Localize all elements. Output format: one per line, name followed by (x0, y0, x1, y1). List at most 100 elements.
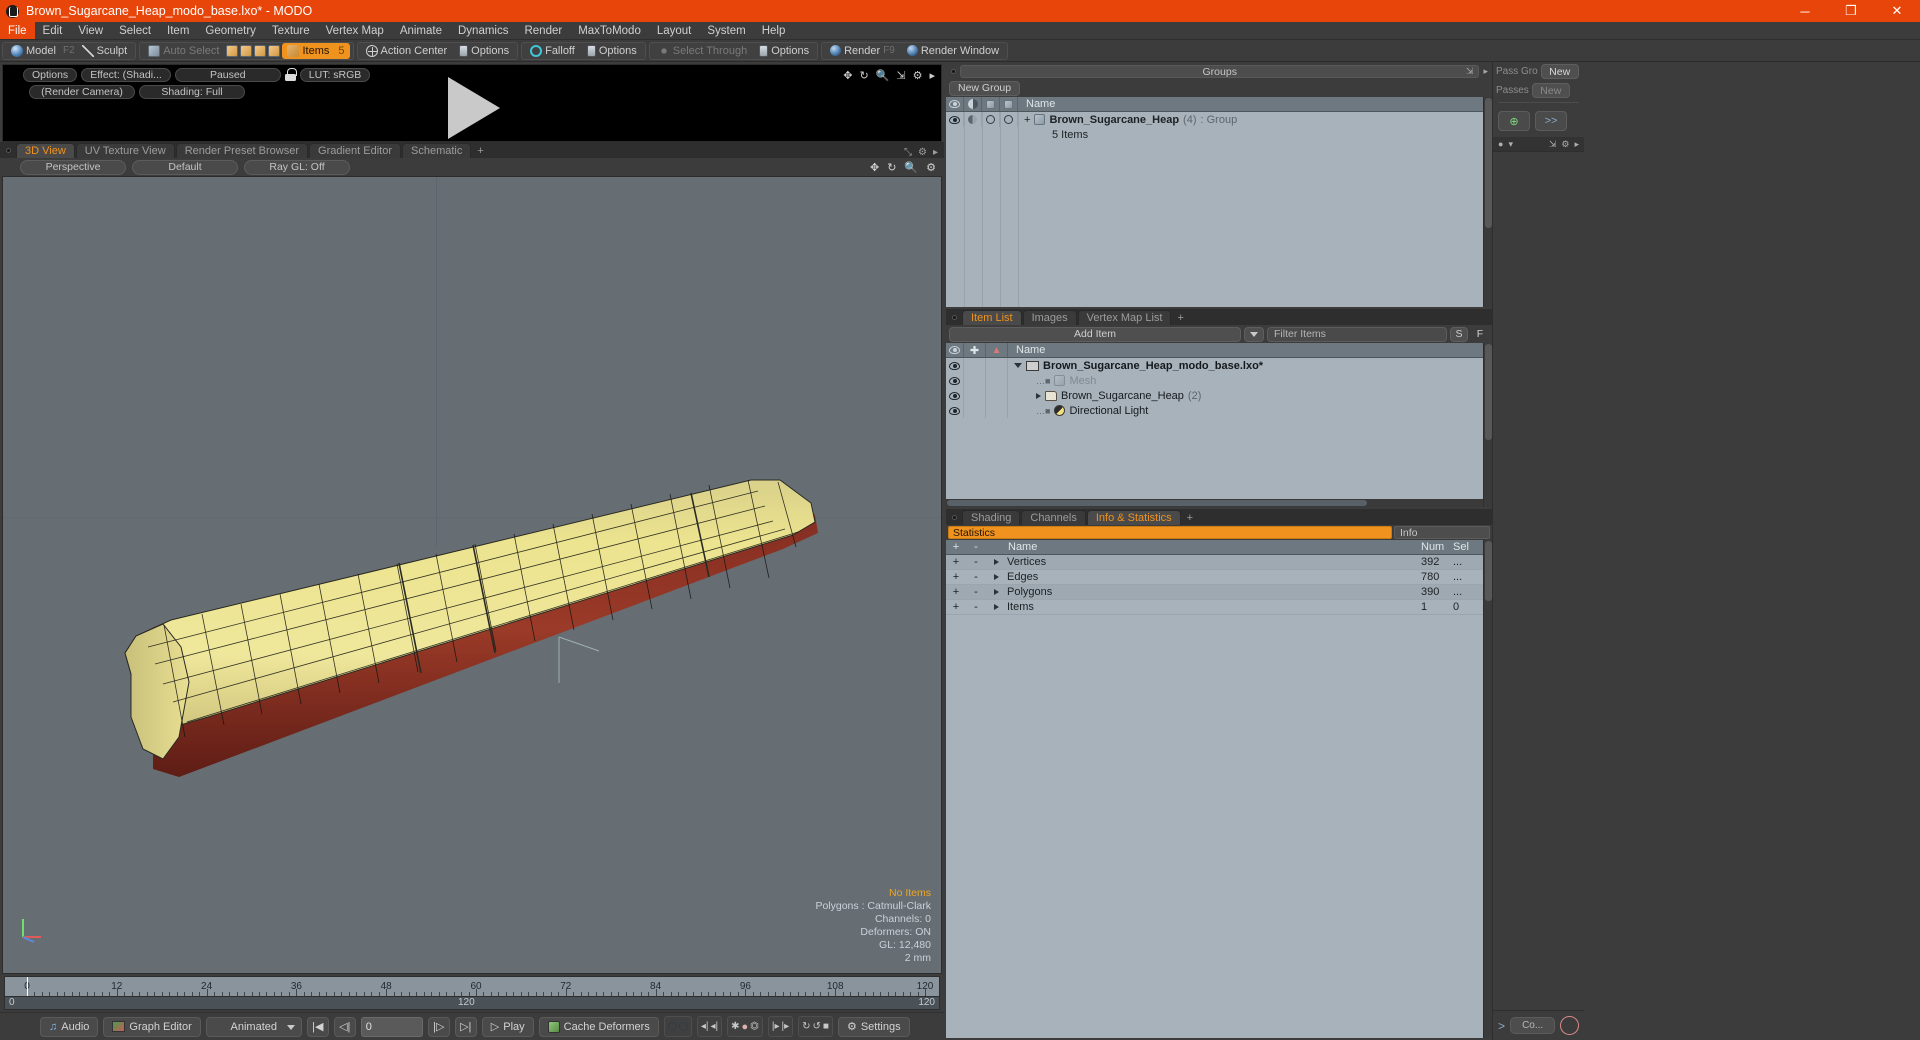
groups-list-body[interactable]: + Brown_Sugarcane_Heap (4): Group 5 Items (946, 112, 1483, 307)
row-cube1-toggle[interactable] (982, 112, 1000, 127)
playhead[interactable] (27, 977, 28, 996)
play-button[interactable]: ▷ Play (481, 1016, 534, 1037)
pass-panel-dot-icon[interactable]: ● (1498, 139, 1503, 149)
timeline-panel[interactable]: 0 12 24 36 48 60 72 84 96 108 120 0 120 120 (0, 974, 944, 1012)
row-shade-toggle[interactable] (964, 112, 982, 127)
viewport-shading-button[interactable]: Default (132, 159, 238, 175)
render-preview-panel[interactable]: Options Effect: (Shadi... Paused LUT: sR… (2, 64, 942, 142)
pass-panel-gear-icon[interactable]: ⚙ (1561, 139, 1569, 150)
passes-new-button[interactable]: New (1531, 83, 1570, 98)
item-list-vscrollbar[interactable] (1483, 343, 1492, 507)
item-list-row[interactable]: …■ Mesh (946, 373, 1483, 388)
gear-icon[interactable]: ⚙ (918, 147, 927, 158)
pass-panel-body[interactable] (1493, 151, 1584, 1010)
item-axis-toggle[interactable] (986, 358, 1008, 373)
tab-item-list[interactable]: Item List (962, 310, 1022, 325)
pass-panel-expand-icon[interactable]: ⇲ (1549, 139, 1557, 150)
statistics-tab-button[interactable]: Statistics (948, 526, 1392, 539)
menu-item-item[interactable]: Item (159, 22, 197, 39)
settings-button[interactable]: ⚙ Settings (837, 1016, 910, 1037)
key-paste-icon[interactable]: ↺ (813, 1021, 821, 1032)
stat-minus-button[interactable]: - (966, 600, 986, 614)
viewport-move-icon[interactable]: ✥ (870, 161, 879, 174)
3d-viewport[interactable]: No Items Polygons : Catmull-Clark Channe… (2, 176, 942, 974)
step-forward-button[interactable]: |▷ (427, 1016, 450, 1037)
row-eye-toggle[interactable] (946, 112, 964, 127)
stat-expander-icon[interactable] (994, 574, 999, 580)
lock-icon[interactable] (284, 68, 297, 81)
item-list-hscrollbar[interactable] (946, 499, 1483, 507)
preview-options-button[interactable]: Options (23, 68, 78, 82)
filter-s-button[interactable]: S (1450, 326, 1468, 342)
menu-item-animate[interactable]: Animate (392, 22, 450, 39)
menu-item-select[interactable]: Select (111, 22, 159, 39)
expander-closed-icon[interactable] (1036, 392, 1041, 399)
item-axis-toggle[interactable] (986, 403, 1008, 418)
menu-item-edit[interactable]: Edit (35, 22, 71, 39)
stat-plus-button[interactable]: + (946, 585, 966, 599)
rotate-icon[interactable]: ↻ (859, 69, 868, 82)
menu-item-layout[interactable]: Layout (649, 22, 700, 39)
add-tab-button[interactable]: + (472, 143, 488, 158)
add-tab-button[interactable]: + (1182, 510, 1198, 525)
fit-icon[interactable]: ⇲ (896, 69, 905, 82)
menu-item-render[interactable]: Render (516, 22, 570, 39)
key-clear-icon[interactable]: ■ (823, 1021, 829, 1032)
key-toggle-icon-1[interactable] (667, 1022, 677, 1031)
render-button[interactable]: Render F9 (825, 43, 900, 59)
group-expander[interactable]: + (1024, 114, 1030, 126)
gear-icon[interactable]: ⚙ (913, 69, 923, 82)
item-axis-toggle[interactable] (986, 388, 1008, 403)
info-panel-menu-dot[interactable] (952, 514, 957, 520)
item-eye-toggle[interactable] (946, 388, 964, 403)
stat-expander-icon[interactable] (994, 589, 999, 595)
item-list-row[interactable]: Brown_Sugarcane_Heap (2) (946, 388, 1483, 403)
close-button[interactable]: ✕ (1874, 0, 1920, 22)
tab-images[interactable]: Images (1022, 310, 1077, 325)
action-center-button[interactable]: Action Center (361, 43, 453, 59)
tab-channels[interactable]: Channels (1021, 510, 1086, 525)
key-dot-icon[interactable]: ● (741, 1021, 748, 1033)
tab-render-preset-browser[interactable]: Render Preset Browser (175, 143, 309, 158)
item-list-body[interactable]: Brown_Sugarcane_Heap_modo_base.lxo* …■ Mes… (946, 358, 1483, 499)
menu-item-texture[interactable]: Texture (264, 22, 318, 39)
delete-key-icon[interactable]: ⏣ (750, 1021, 759, 1032)
stat-expander-icon[interactable] (994, 559, 999, 565)
statistics-body[interactable]: + - Vertices 392... + - Edges 780... + - Polygons 3… (946, 555, 1483, 1038)
material-select-icon[interactable] (268, 44, 281, 57)
add-tab-button[interactable]: + (1172, 310, 1188, 325)
key-copy-icon[interactable]: ↻ (802, 1021, 810, 1032)
menu-item-file[interactable]: File (0, 22, 35, 39)
action-center-options-button[interactable]: Options (454, 43, 514, 59)
item-lock-toggle[interactable] (964, 403, 986, 418)
prev-key-icon[interactable]: ◂| (701, 1021, 709, 1032)
pass-groups-new-button[interactable]: New (1540, 64, 1579, 79)
stat-minus-button[interactable]: - (966, 555, 986, 569)
filter-f-button[interactable]: F (1471, 327, 1489, 342)
stat-plus-button[interactable]: + (946, 600, 966, 614)
preview-lut-button[interactable]: LUT: sRGB (299, 68, 371, 82)
key-toggle-icon-2[interactable] (678, 1022, 688, 1031)
expander-open-icon[interactable] (1014, 363, 1022, 368)
select-through-button[interactable]: Select Through (653, 43, 752, 59)
model-mode-button[interactable]: Model (6, 43, 61, 59)
tab-uv-texture-view[interactable]: UV Texture View (75, 143, 175, 158)
tab-schematic[interactable]: Schematic (402, 143, 472, 158)
timeline-ruler[interactable]: 01224364860728496108120 (4, 976, 940, 996)
viewport-rotate-icon[interactable]: ↻ (887, 161, 896, 174)
stat-minus-button[interactable]: - (966, 570, 986, 584)
footer-arrow-icon[interactable]: > (1498, 1019, 1505, 1033)
menu-item-geometry[interactable]: Geometry (197, 22, 264, 39)
audio-button[interactable]: ♫ Audio (40, 1016, 99, 1037)
pass-panel-caret-icon[interactable]: ▾ (1508, 139, 1513, 150)
stat-plus-button[interactable]: + (946, 570, 966, 584)
viewport-raygl-button[interactable]: Ray GL: Off (244, 159, 350, 175)
prev-key-icon-2[interactable]: ◂| (710, 1021, 718, 1032)
menu-item-view[interactable]: View (70, 22, 111, 39)
tab-3d-view[interactable]: 3D View (16, 143, 75, 158)
statistics-row[interactable]: + - Items 1 0 (946, 600, 1483, 615)
viewport-gear-icon[interactable]: ⚙ (926, 161, 936, 174)
tab-info-statistics[interactable]: Info & Statistics (1086, 510, 1181, 525)
item-axis-toggle[interactable] (986, 373, 1008, 388)
statistics-row[interactable]: + - Vertices 392... (946, 555, 1483, 570)
